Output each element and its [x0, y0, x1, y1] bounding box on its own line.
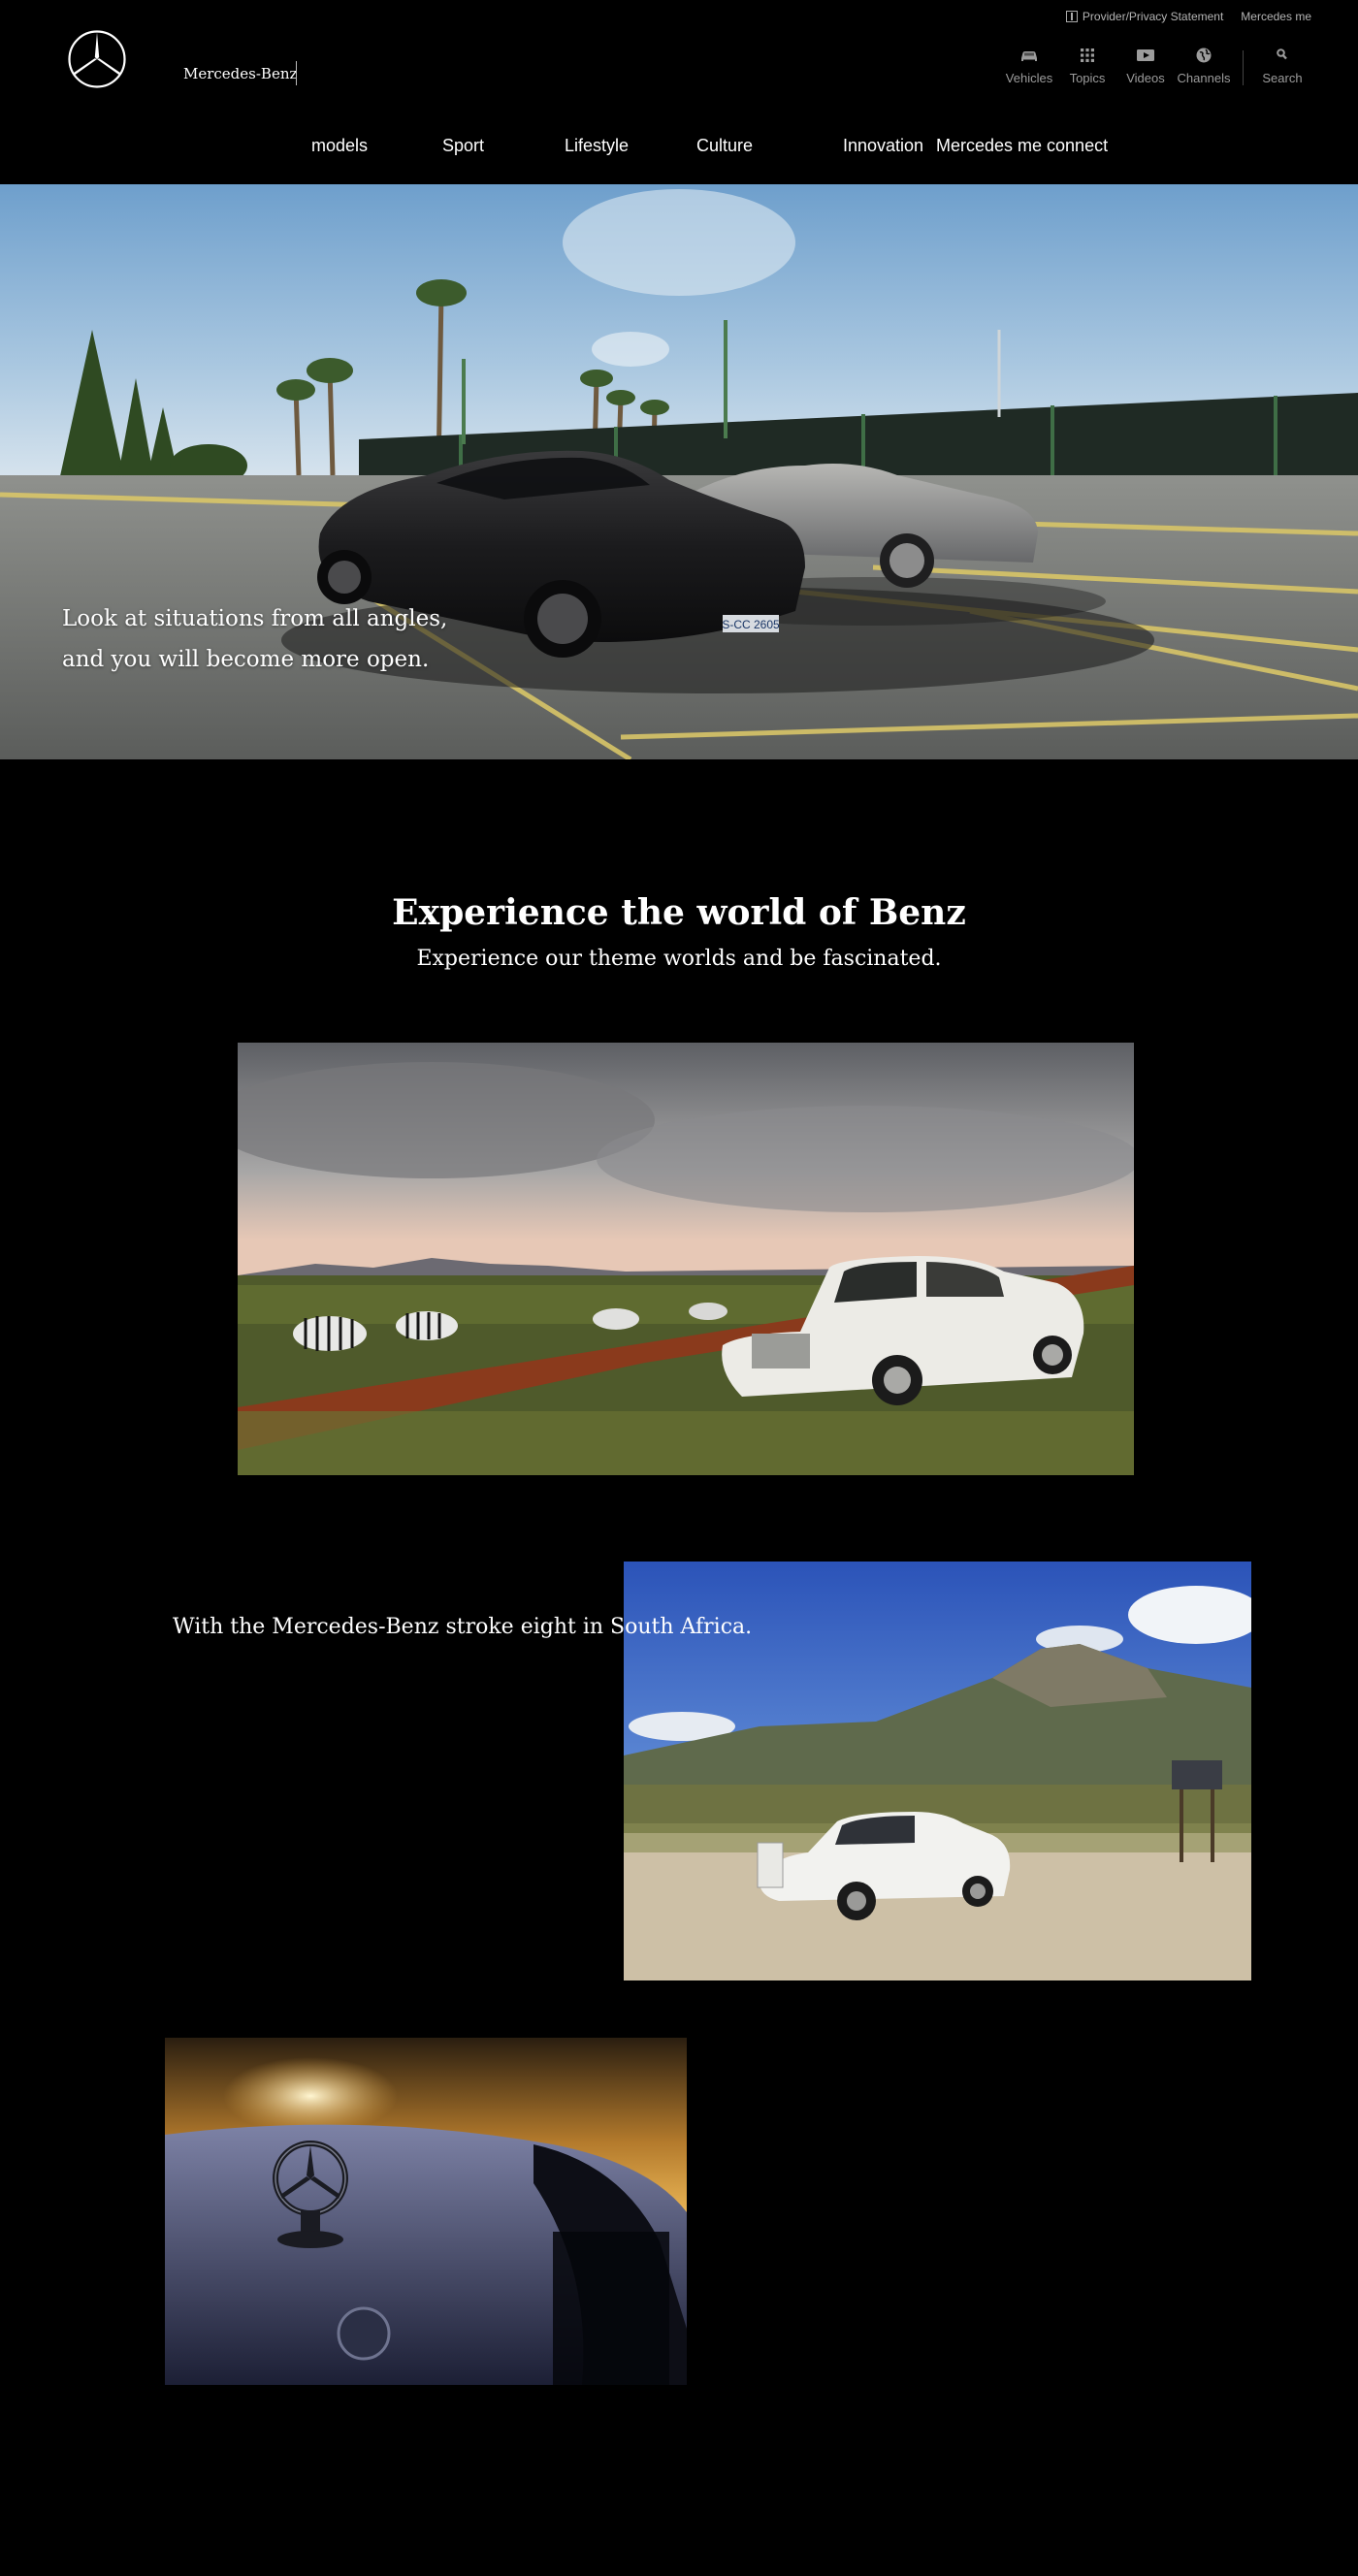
- mercedes-me-link[interactable]: Mercedes me: [1241, 10, 1311, 23]
- license-plate-text: S-CC 2605: [722, 618, 780, 631]
- brand-divider: [296, 61, 297, 85]
- grid-icon: [1081, 48, 1094, 62]
- zebras-car-image: [238, 1043, 1134, 1475]
- nav-separator: [1243, 50, 1244, 85]
- brand-wordmark[interactable]: Mercedes-Benz: [183, 65, 297, 82]
- car-icon: [1021, 51, 1037, 61]
- nav-innovation[interactable]: Innovation: [843, 136, 923, 156]
- nav-search[interactable]: Search: [1253, 45, 1311, 85]
- provider-privacy-link[interactable]: Provider/Privacy Statement: [1065, 10, 1224, 23]
- mercedes-star-logo[interactable]: [67, 29, 127, 89]
- hero-banner[interactable]: S-CC 2605 Look at situations from all an…: [0, 184, 1358, 759]
- main-navigation: models Sport Lifestyle Culture Innovatio…: [0, 136, 1358, 161]
- nav-channels[interactable]: Channels: [1175, 45, 1233, 85]
- nav-vehicles[interactable]: Vehicles: [1000, 45, 1058, 85]
- globe-icon: [1196, 48, 1212, 63]
- nav-lifestyle[interactable]: Lifestyle: [565, 136, 629, 156]
- hero-caption: Look at situations from all angles, and …: [62, 598, 447, 680]
- nav-sport[interactable]: Sport: [442, 136, 484, 156]
- nav-topics-label: Topics: [1069, 71, 1106, 85]
- hero-caption-line-2: and you will become more open.: [62, 647, 430, 672]
- theme-photo-zebras[interactable]: [238, 1043, 1134, 1475]
- nav-search-label: Search: [1262, 71, 1303, 85]
- play-icon: [1137, 49, 1154, 61]
- search-icon: [1277, 48, 1287, 60]
- nav-vehicles-label: Vehicles: [1005, 71, 1053, 85]
- external-link-icon: [1065, 11, 1078, 22]
- nav-culture[interactable]: Culture: [696, 136, 753, 156]
- nav-topics[interactable]: Topics: [1058, 45, 1116, 85]
- theme-photo-emblem[interactable]: [165, 2038, 687, 2385]
- section-subtitle: Experience our theme worlds and be fasci…: [416, 947, 942, 971]
- story-caption[interactable]: With the Mercedes-Benz stroke eight in S…: [173, 1615, 752, 1639]
- section-title: Experience the world of Benz: [392, 892, 966, 933]
- provider-privacy-label: Provider/Privacy Statement: [1082, 10, 1224, 23]
- hood-emblem-image: [165, 2038, 687, 2385]
- nav-channels-label: Channels: [1177, 71, 1231, 85]
- icon-navigation: Vehicles Topics Videos Channels Search: [1000, 45, 1311, 85]
- site-header: Mercedes-Benz Provider/Privacy Statement…: [0, 0, 1358, 184]
- utility-links: Provider/Privacy Statement Mercedes me: [1065, 10, 1311, 23]
- nav-models[interactable]: models: [311, 136, 368, 156]
- nav-mercedes-me-connect[interactable]: Mercedes me connect: [936, 136, 1108, 156]
- hero-caption-line-1: Look at situations from all angles,: [62, 606, 448, 631]
- nav-videos[interactable]: Videos: [1116, 45, 1175, 85]
- mercedes-me-label: Mercedes me: [1241, 10, 1311, 23]
- nav-videos-label: Videos: [1126, 71, 1165, 85]
